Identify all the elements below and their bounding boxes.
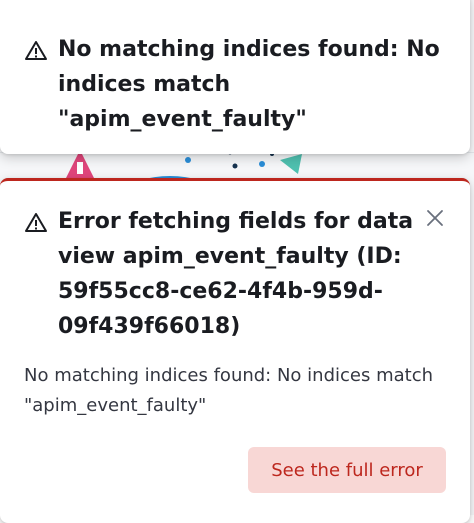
toast-title-row: No matching indices found: No indices ma… — [24, 32, 444, 137]
warning-icon — [25, 41, 47, 60]
close-icon[interactable] — [424, 207, 446, 229]
toast-title-row: Error fetching fields for data view apim… — [24, 204, 414, 344]
toast-title: Error fetching fields for data view apim… — [58, 209, 414, 339]
toast-body-text: No matching indices found: No indices ma… — [24, 365, 433, 416]
see-full-error-button[interactable]: See the full error — [248, 447, 446, 493]
warning-icon — [25, 213, 47, 232]
toast-title: No matching indices found: No indices ma… — [58, 37, 440, 132]
toast-no-matching-indices: No matching indices found: No indices ma… — [0, 0, 470, 154]
toast-error-fetching-fields: Error fetching fields for data view apim… — [0, 178, 470, 523]
